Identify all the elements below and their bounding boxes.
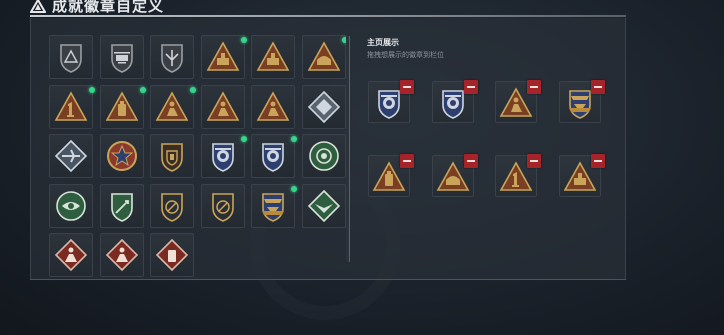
badge-slot[interactable]	[301, 35, 348, 79]
new-indicator-dot	[240, 37, 247, 43]
helicopter-badge-icon	[110, 44, 133, 73]
bronze-triangle-figure-badge-icon	[155, 90, 189, 121]
badge-slot[interactable]	[301, 134, 346, 178]
new-indicator-dot	[240, 136, 247, 142]
minus-icon	[530, 160, 538, 162]
badge-slot[interactable]	[301, 183, 346, 228]
bronze-triangle-figure-badge-icon	[206, 90, 239, 121]
new-indicator-dot	[291, 185, 297, 192]
minus-icon	[594, 160, 602, 162]
page-title-text: 成就徽章自定义	[52, 0, 165, 15]
red-bottle-diamond-badge-icon	[155, 238, 189, 272]
display-slot[interactable]	[368, 154, 414, 197]
bronze-triangle-tank-badge-icon	[256, 41, 290, 71]
remove-badge-button[interactable]	[400, 154, 414, 168]
badge-slot[interactable]	[49, 183, 93, 228]
badge-slot[interactable]	[99, 233, 144, 277]
badge-slot[interactable]	[301, 84, 346, 129]
bronze-triangle-figure-badge-icon	[256, 90, 290, 121]
badge-slot[interactable]	[99, 183, 144, 228]
silver-diamond-badge-icon	[307, 90, 340, 123]
remove-badge-button[interactable]	[527, 154, 541, 168]
remove-badge-button[interactable]	[527, 80, 541, 94]
remove-badge-button[interactable]	[400, 80, 414, 94]
crest-shield-badge-icon	[161, 143, 183, 172]
badge-slot[interactable]	[150, 183, 194, 228]
display-slot[interactable]	[559, 80, 605, 123]
bronze-triangle-bottle-badge-icon	[105, 90, 138, 121]
green-eagle-diamond-badge-icon	[307, 189, 340, 222]
badge-slot[interactable]	[251, 84, 295, 129]
minus-icon	[530, 86, 538, 88]
badge-slot[interactable]	[49, 134, 93, 178]
minus-icon	[467, 86, 475, 88]
minus-icon	[403, 86, 411, 88]
panel-bottom-border	[30, 279, 626, 280]
green-eye-wreath-badge-icon	[56, 190, 86, 221]
badge-slot[interactable]	[99, 84, 146, 129]
new-indicator-dot	[139, 86, 146, 93]
remove-badge-button[interactable]	[591, 154, 605, 168]
display-slot[interactable]	[432, 154, 478, 197]
dark-shield-badge-icon	[211, 192, 234, 222]
display-slot[interactable]	[495, 154, 541, 197]
badge-slot[interactable]	[150, 84, 196, 129]
badge-slot[interactable]	[150, 35, 194, 79]
display-slot[interactable]	[559, 154, 605, 197]
badge-slot[interactable]	[200, 35, 247, 79]
bronze-triangle-number-one-badge-icon	[54, 90, 88, 121]
police-shield-badge-icon	[211, 143, 234, 172]
badge-slot[interactable]	[200, 183, 245, 228]
police-shield-badge-icon	[262, 143, 284, 172]
remove-badge-button[interactable]	[464, 154, 478, 168]
minus-icon	[403, 160, 411, 162]
badge-slot[interactable]	[251, 183, 297, 228]
display-section-subtitle: 拖拽想展示的徽章到栏位	[367, 51, 444, 59]
badge-slot[interactable]	[200, 134, 247, 178]
bronze-triangle-tank-badge-icon	[206, 41, 239, 71]
warning-triangle-icon	[30, 0, 46, 13]
badge-slot[interactable]	[150, 134, 194, 178]
silver-aircraft-diamond-badge-icon	[54, 139, 88, 173]
green-sword-shield-badge-icon	[110, 192, 133, 222]
minus-icon	[467, 160, 475, 162]
new-indicator-dot	[89, 86, 95, 93]
new-indicator-dot	[190, 86, 196, 93]
green-wreath-badge-icon	[308, 141, 339, 171]
badge-slot[interactable]	[251, 35, 295, 79]
badge-slot[interactable]	[150, 233, 194, 277]
title-underline	[30, 15, 626, 17]
star-medal-badge-icon	[106, 141, 137, 171]
badge-slot[interactable]	[49, 84, 95, 129]
display-slot[interactable]	[432, 80, 478, 123]
triangle-plain-badge-icon	[60, 44, 82, 73]
minus-icon	[594, 86, 602, 88]
page-title: 成就徽章自定义	[30, 0, 164, 16]
gold-eagle-crest-badge-icon	[262, 192, 284, 222]
remove-badge-button[interactable]	[464, 80, 478, 94]
badge-slot[interactable]	[99, 35, 144, 79]
badge-slot[interactable]	[251, 134, 297, 178]
badge-slot[interactable]	[49, 35, 93, 79]
badge-slot[interactable]	[99, 134, 144, 178]
new-indicator-dot	[291, 136, 297, 142]
bronze-triangle-ship-badge-icon	[307, 41, 340, 71]
display-section-title: 主页展示	[367, 38, 399, 47]
display-slot[interactable]	[368, 80, 414, 123]
dark-shield-badge-icon	[161, 192, 183, 222]
remove-badge-button[interactable]	[591, 80, 605, 94]
badge-slot[interactable]	[200, 84, 245, 129]
display-slot[interactable]	[495, 80, 541, 123]
red-figure-diamond-badge-icon	[105, 238, 138, 272]
red-figure-diamond-badge-icon	[54, 238, 88, 272]
winged-shield-badge-icon	[161, 44, 183, 73]
section-divider	[349, 36, 350, 262]
badge-slot[interactable]	[49, 233, 93, 277]
